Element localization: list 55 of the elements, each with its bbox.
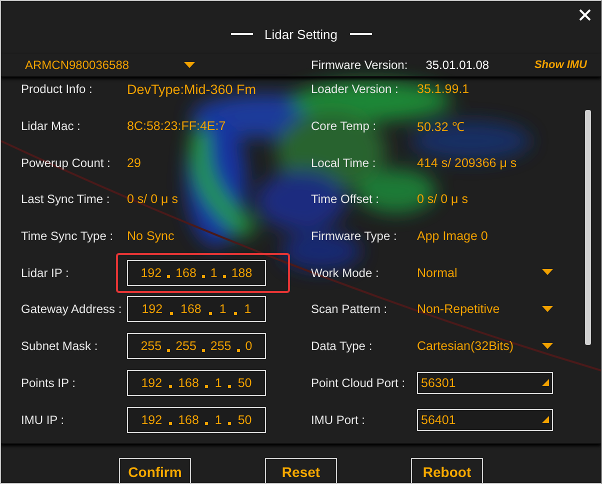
close-icon[interactable] bbox=[579, 9, 591, 21]
field-label: Point Cloud Port : bbox=[311, 376, 406, 390]
field-value: 29 bbox=[127, 156, 141, 170]
field-value: App Image 0 bbox=[417, 229, 488, 244]
field-label: Data Type : bbox=[311, 339, 374, 354]
field-value: 50.32 ℃ bbox=[417, 120, 464, 134]
field-label: Loader Version : bbox=[311, 82, 400, 96]
field-label: Subnet Mask : bbox=[21, 339, 99, 354]
field-label: Lidar Mac : bbox=[21, 119, 82, 134]
field-label: Time Offset : bbox=[311, 192, 380, 206]
field-label: Last Sync Time : bbox=[21, 192, 111, 206]
firmware-version-label: Firmware Version: bbox=[311, 58, 408, 72]
field-label: Lidar IP : bbox=[21, 266, 70, 280]
action-button[interactable]: Confirm bbox=[119, 458, 191, 483]
ip-address-field[interactable]: 192 168 1 50 bbox=[127, 406, 266, 433]
port-field[interactable]: 56401 bbox=[417, 408, 553, 431]
caret-icon[interactable] bbox=[542, 306, 553, 313]
device-dropdown[interactable]: ARMCN980036588 bbox=[25, 58, 195, 72]
field-value: DevType:Mid-360 Fm bbox=[127, 82, 256, 97]
caret-icon[interactable] bbox=[542, 342, 553, 350]
field-value: 414 s/ 209366 μ s bbox=[417, 156, 517, 170]
option-dropdown[interactable]: Normal bbox=[417, 266, 553, 280]
field-label: IMU Port : bbox=[311, 412, 366, 427]
option-dropdown[interactable]: Cartesian(32Bits) bbox=[417, 339, 553, 354]
field-label: Time Sync Type : bbox=[21, 229, 114, 244]
resize-grip-icon bbox=[542, 379, 549, 386]
ip-address-field[interactable]: 192 168 1 188 bbox=[127, 260, 266, 286]
resize-grip-icon bbox=[542, 416, 549, 424]
window-title: Lidar Setting bbox=[264, 26, 338, 42]
show-imu-link[interactable]: Show IMU bbox=[534, 59, 587, 71]
field-label: Product Info : bbox=[21, 82, 94, 96]
field-label: Scan Pattern : bbox=[311, 302, 388, 316]
field-label: IMU IP : bbox=[21, 412, 66, 427]
field-label: Gateway Address : bbox=[21, 302, 123, 316]
port-field[interactable]: 56301 bbox=[417, 372, 553, 394]
caret-icon[interactable] bbox=[542, 269, 553, 276]
action-button[interactable]: Reset bbox=[265, 458, 337, 483]
field-label: Powerup Count : bbox=[21, 156, 112, 170]
field-value: 0 s/ 0 μ s bbox=[127, 192, 178, 206]
field-value: 35.1.99.1 bbox=[417, 82, 470, 96]
field-label: Local Time : bbox=[311, 156, 377, 170]
field-value: 0 s/ 0 μ s bbox=[417, 192, 468, 206]
field-value: No Sync bbox=[127, 229, 174, 244]
ip-address-field[interactable]: 192 168 1 1 bbox=[127, 296, 266, 322]
field-label: Points IP : bbox=[21, 376, 76, 390]
scrollbar-thumb[interactable] bbox=[585, 110, 591, 345]
firmware-version-value: 35.01.01.08 bbox=[426, 58, 490, 72]
ip-address-field[interactable]: 192 168 1 50 bbox=[127, 370, 266, 396]
field-label: Core Temp : bbox=[311, 119, 378, 134]
caret-icon[interactable] bbox=[184, 62, 195, 68]
option-dropdown[interactable]: Non-Repetitive bbox=[417, 302, 553, 316]
ip-address-field[interactable]: 255 255 255 0 bbox=[127, 333, 266, 360]
field-label: Work Mode : bbox=[311, 266, 380, 280]
field-label: Firmware Type : bbox=[311, 229, 398, 244]
action-button[interactable]: Reboot bbox=[411, 458, 483, 483]
